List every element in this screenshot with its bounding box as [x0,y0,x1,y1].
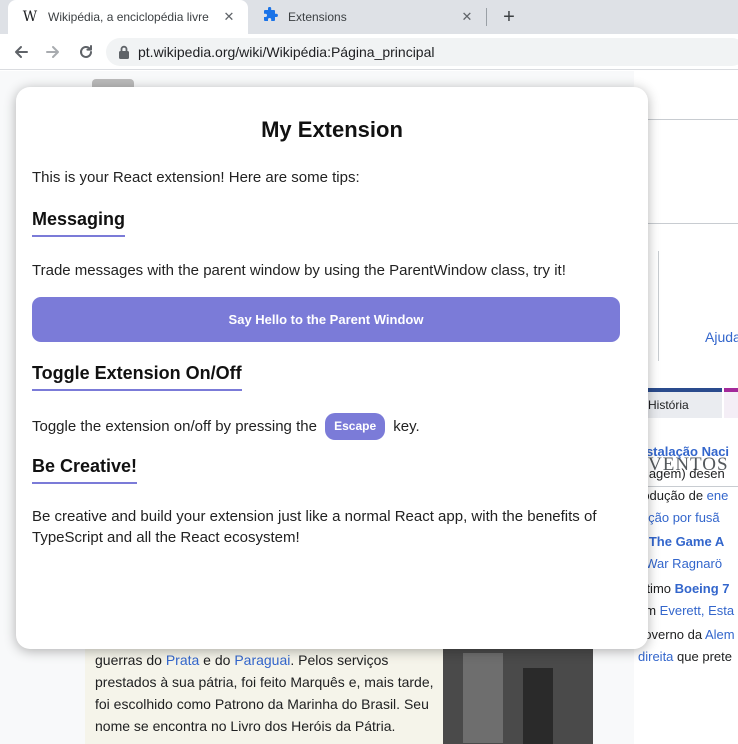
address-bar[interactable]: pt.wikipedia.org/wiki/Wikipédia:Página_p… [106,38,738,66]
eventos-link[interactable]: nição por fusã [638,510,720,525]
eventos-item: em Everett, Esta [638,603,735,618]
toggle-heading: Toggle Extension On/Off [32,363,242,391]
close-icon[interactable]: ✕ [458,8,476,26]
eventos-item: f War Ragnarö [638,553,722,575]
say-hello-button[interactable]: Say Hello to the Parent Window [32,297,620,342]
eventos-item: direita que prete [638,649,732,664]
creative-heading: Be Creative! [32,456,138,484]
reload-button[interactable] [74,40,98,64]
logo-fragment [92,79,134,87]
tab-separator [486,8,487,26]
eventos-item: magem) desen [638,466,725,481]
eventos-link[interactable]: The Game A [649,534,724,549]
escape-key-badge: Escape [325,413,386,440]
url-text: pt.wikipedia.org/wiki/Wikipédia:Página_p… [138,44,435,60]
back-arrow-icon [15,46,28,58]
eventos-link[interactable]: f War Ragnarö [638,556,722,571]
eventos-item: o The Game A [638,531,724,553]
tab-purple[interactable] [724,388,738,418]
eventos-link[interactable]: nstalação Naci [638,444,729,459]
tab-strip: W Wikipédia, a enciclopédia livre ✕ Exte… [0,0,738,34]
eventos-link[interactable]: Alem [705,627,735,642]
lock-icon [118,45,130,59]
creative-text: Be creative and build your extension jus… [32,508,597,546]
intro-text: This is your React extension! Here are s… [32,169,360,186]
reload-icon [80,45,92,58]
eventos-link[interactable]: direita [638,649,673,664]
eventos-link[interactable]: Everett, Esta [660,603,734,618]
puzzle-icon [260,6,280,27]
messaging-heading: Messaging [32,209,126,237]
link-paraguai[interactable]: Paraguai [234,652,290,668]
link-prata[interactable]: Prata [166,652,199,668]
messaging-text: Trade messages with the parent window by… [32,262,566,279]
eventos-item: nição por fusã [638,507,720,529]
wikipedia-icon: W [22,9,38,25]
tab-historia[interactable]: História [640,388,722,418]
back-button[interactable] [9,40,33,64]
eventos-link[interactable]: ene [707,488,729,503]
new-tab-button[interactable]: + [498,6,520,28]
featured-photo [443,643,593,744]
close-icon[interactable]: ✕ [220,8,238,26]
tab-title: Wikipédia, a enciclopédia livre [48,10,209,24]
browser-toolbar: pt.wikipedia.org/wiki/Wikipédia:Página_p… [0,34,738,70]
forward-arrow-icon [46,46,59,58]
tab-extensions[interactable]: Extensions ✕ [248,0,486,34]
divider [648,223,738,224]
eventos-item: rodução de ene [638,488,729,503]
tab-wikipedia[interactable]: W Wikipédia, a enciclopédia livre ✕ [8,0,248,34]
divider [658,251,659,361]
eventos-link[interactable]: Boeing 7 [675,581,730,596]
featured-paragraph: guerras do Prata e do Paraguai. Pelos se… [95,652,434,734]
link-ajuda[interactable]: Ajuda [705,329,738,345]
toggle-text: Toggle the extension on/off by pressing … [32,413,420,440]
eventos-item: nstalação Naci [638,441,729,463]
divider [648,119,738,120]
forward-button[interactable] [41,40,65,64]
popup-title: My Extension [261,117,403,142]
extension-popup: My Extension This is your React extensio… [16,87,648,649]
tab-title: Extensions [288,10,347,24]
